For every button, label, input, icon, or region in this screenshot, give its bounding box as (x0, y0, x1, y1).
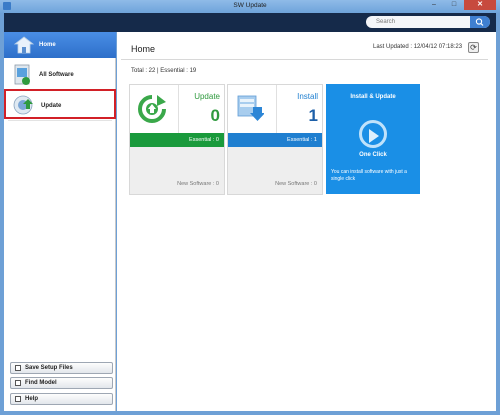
install-card-icon (237, 95, 264, 121)
sidebar-item-update[interactable]: Update (4, 89, 116, 119)
promo-title: Install & Update (350, 94, 396, 100)
sidebar-item-label: All Software (39, 72, 74, 78)
save-setup-files-label: Save Setup Files (25, 365, 73, 371)
install-count: 1 (308, 106, 318, 125)
sidebar-home-label: Home (39, 42, 56, 48)
install-essential-label: Essential : 1 (287, 137, 317, 143)
install-and-update-tile[interactable]: Install & Update One Click You can insta… (326, 84, 420, 194)
install-new-software: New Software : 0 (275, 181, 317, 187)
help-label: Help (25, 396, 39, 402)
search-button[interactable] (470, 16, 490, 28)
install-essential-bar: Essential : 1 (228, 133, 322, 147)
card-header: Install 1 (228, 85, 322, 133)
sidebar: Home All Software Update Save Setup File… (4, 32, 116, 411)
header-divider (121, 59, 488, 60)
install-card[interactable]: Install 1 Essential : 1 New Software : 0 (227, 84, 323, 195)
totals-summary: Total : 22 | Essential : 19 (131, 68, 197, 74)
page-title: Home (131, 44, 156, 54)
update-essential-label: Essential : 0 (189, 137, 219, 143)
promo-description: You can install software with just a sin… (331, 169, 407, 182)
sidebar-item-all-software[interactable]: All Software (4, 60, 116, 90)
one-click-label: One Click (359, 152, 387, 158)
refresh-button[interactable]: ⟳ (468, 42, 479, 53)
update-card[interactable]: Update 0 Essential : 0 New Software : 0 (129, 84, 225, 195)
update-essential-bar: Essential : 0 (130, 133, 224, 147)
update-icon (13, 95, 33, 115)
update-count: 0 (210, 106, 220, 125)
card-header-divider (276, 85, 277, 133)
home-icon (14, 36, 34, 54)
card-header-divider (178, 85, 179, 133)
sidebar-item-label: Update (41, 103, 62, 109)
help-button[interactable]: Help (10, 393, 113, 405)
minimize-button[interactable]: – (424, 0, 444, 10)
window-controls: – □ ✕ (424, 0, 496, 10)
save-icon (15, 365, 21, 371)
update-card-icon (138, 95, 166, 123)
sidebar-item-home[interactable]: Home (4, 32, 116, 58)
card-header: Update 0 (130, 85, 224, 133)
close-button[interactable]: ✕ (464, 0, 496, 10)
all-software-icon (14, 64, 30, 85)
search-placeholder: Search (376, 19, 396, 25)
help-icon (15, 396, 21, 402)
install-card-title: Install (297, 92, 318, 101)
save-setup-files-button[interactable]: Save Setup Files (10, 362, 113, 374)
one-click-arrow-icon (359, 120, 387, 148)
update-new-software: New Software : 0 (177, 181, 219, 187)
search-icon (475, 18, 484, 26)
main-panel: Home Last Updated : 12/04/12 07:18:23 ⟳ … (117, 32, 496, 411)
last-updated: Last Updated : 12/04/12 07:18:23 (373, 44, 463, 50)
find-model-icon (15, 380, 21, 386)
sidebar-divider (8, 120, 112, 121)
find-model-label: Find Model (25, 380, 57, 386)
find-model-button[interactable]: Find Model (10, 377, 113, 389)
maximize-button[interactable]: □ (444, 0, 464, 10)
title-bar: SW Update – □ ✕ (0, 0, 500, 13)
update-card-title: Update (194, 92, 220, 101)
search-input[interactable]: Search (366, 16, 490, 28)
top-bar: Search (4, 13, 496, 32)
